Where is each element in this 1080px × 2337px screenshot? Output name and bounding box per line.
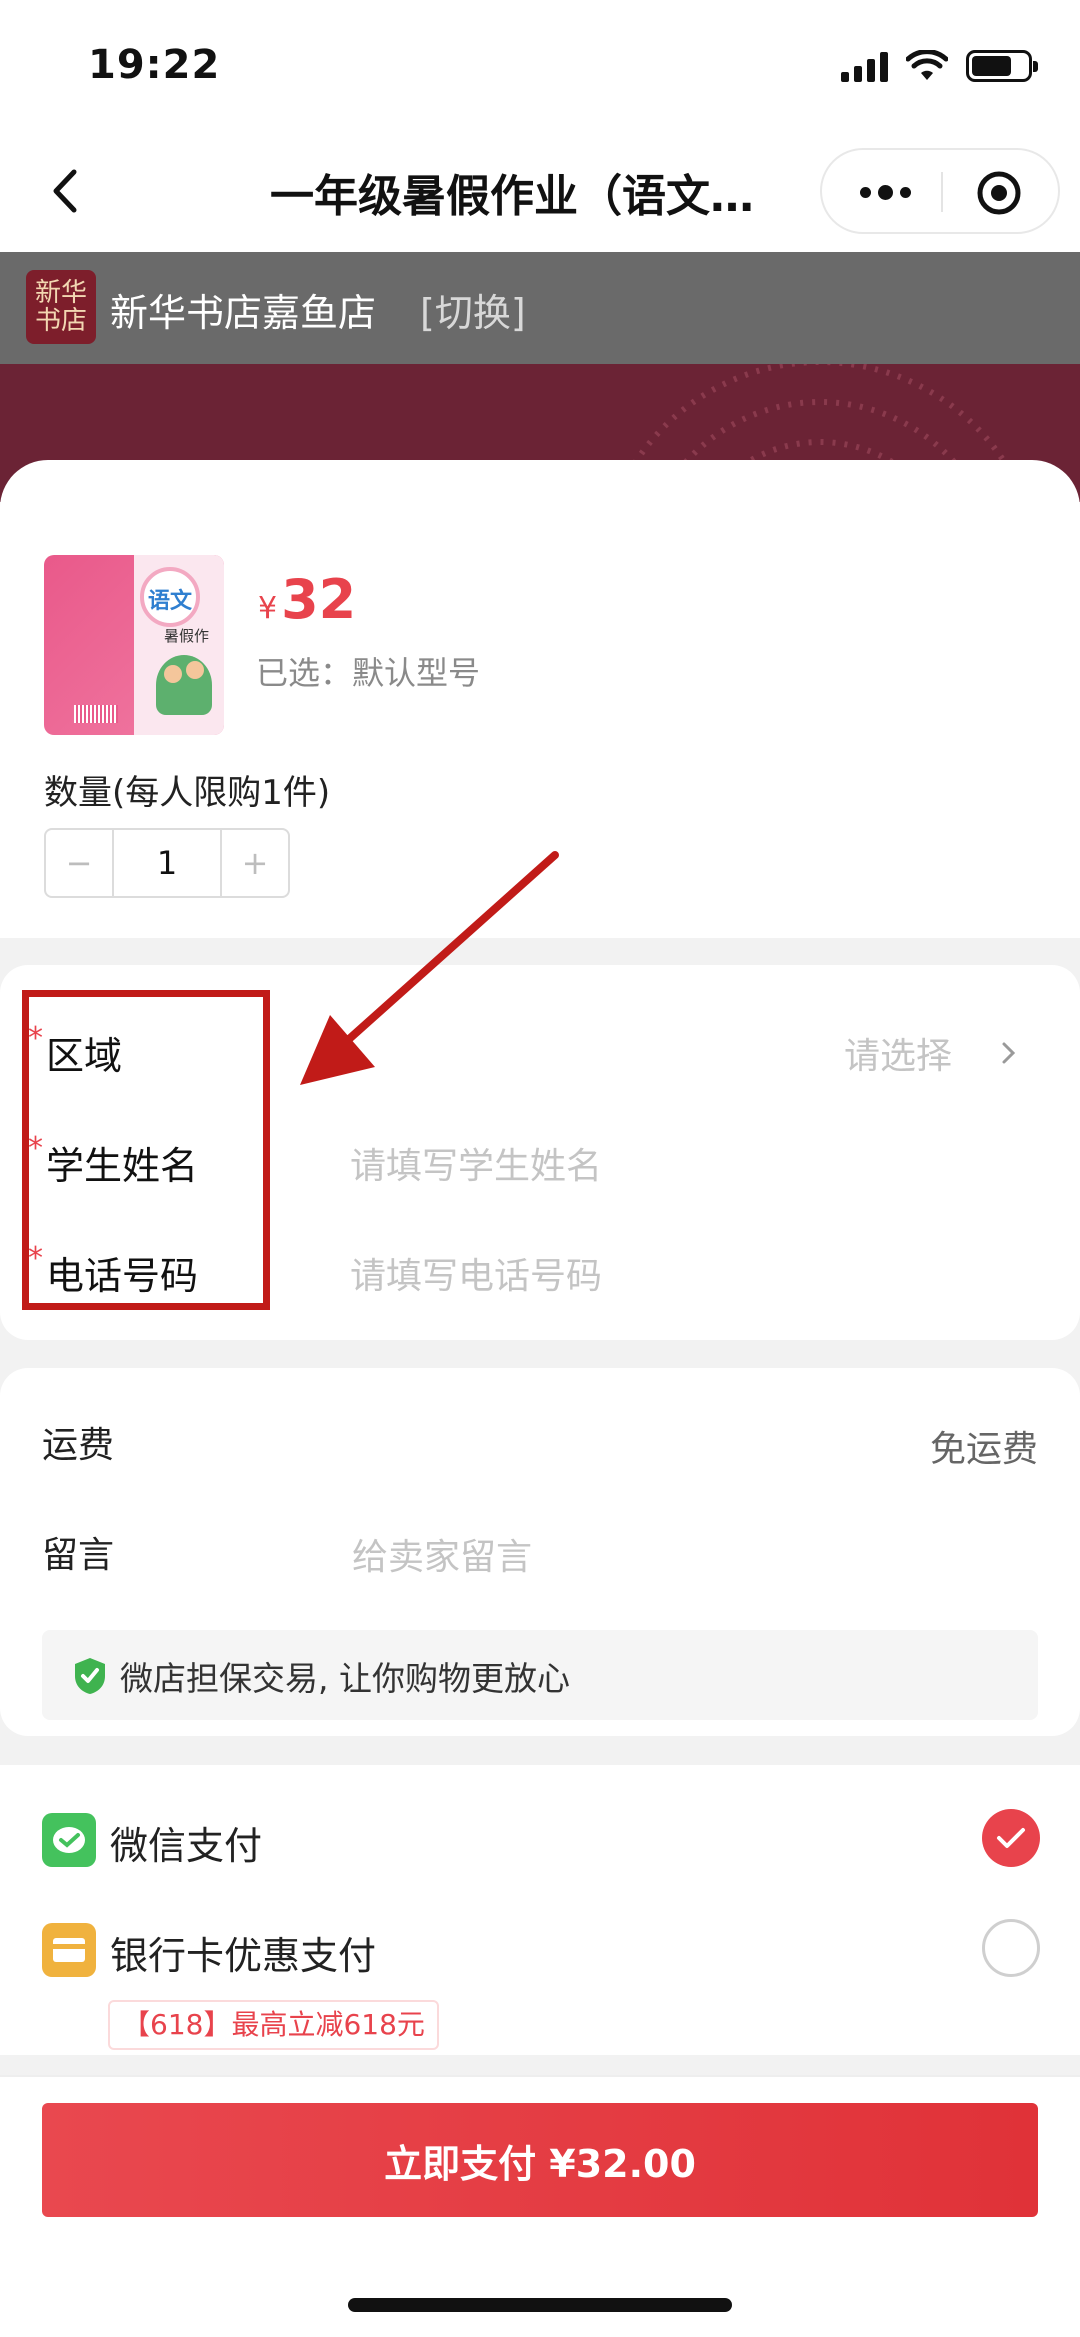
radio-selected-icon[interactable] xyxy=(982,1809,1040,1867)
freight-value: 免运费 xyxy=(929,1429,1038,1470)
quantity-label: 数量(每人限购1件) xyxy=(44,773,331,813)
nav-bar: 一年级暑假作业（语文… xyxy=(0,130,1080,252)
message-label: 留言 xyxy=(42,1535,115,1576)
store-bar: 新华书店 新华书店嘉鱼店 [切换] xyxy=(0,252,1080,364)
cover-subtitle: 暑假作 xyxy=(164,627,210,645)
quantity-value[interactable]: 1 xyxy=(112,830,222,896)
back-arrow-icon[interactable] xyxy=(34,158,100,224)
shield-check-icon xyxy=(75,1658,105,1694)
freight-label: 运费 xyxy=(42,1425,115,1466)
phone-input[interactable]: 请填写电话号码 xyxy=(350,1247,602,1299)
region-placeholder: 请选择 xyxy=(843,1036,952,1077)
chevron-right-icon xyxy=(1002,1042,1016,1064)
guarantee-text: 微店担保交易, 让你购物更放心 xyxy=(120,1659,570,1698)
store-logo: 新华书店 xyxy=(26,270,96,344)
wifi-icon xyxy=(906,50,948,80)
increase-quantity-button[interactable]: + xyxy=(222,830,288,896)
cellular-signal-icon xyxy=(841,50,888,82)
radio-unselected-icon[interactable] xyxy=(982,1919,1040,1977)
selected-spec: 已选：默认型号 xyxy=(256,654,481,692)
payment-option-wechat[interactable]: 微信支付 xyxy=(0,1795,1080,1895)
region-select[interactable]: 请选择 xyxy=(844,1027,1020,1079)
promo-tag: 【618】最高立减618元 xyxy=(108,2000,439,2050)
store-name: 新华书店嘉鱼店 xyxy=(110,291,377,335)
price: ¥32 xyxy=(258,568,356,631)
payment-label: 银行卡优惠支付 xyxy=(110,1934,377,1978)
payment-label: 微信支付 xyxy=(110,1824,263,1868)
store-logo-text: 新华书店 xyxy=(34,278,87,336)
capsule-divider xyxy=(941,172,943,212)
battery-icon xyxy=(966,50,1038,82)
message-input[interactable]: 给卖家留言 xyxy=(352,1528,532,1580)
home-indicator xyxy=(348,2298,732,2312)
more-options-icon[interactable] xyxy=(852,170,918,214)
guarantee-banner: 微店担保交易, 让你购物更放心 xyxy=(42,1630,1038,1720)
order-details-card: 运费 免运费 留言 给卖家留言 微店担保交易, 让你购物更放心 xyxy=(0,1368,1080,1736)
status-time: 19:22 xyxy=(88,42,221,88)
student-name-input[interactable]: 请填写学生姓名 xyxy=(350,1137,602,1189)
status-icons xyxy=(841,50,1038,82)
pay-now-button[interactable]: 立即支付 ¥32.00 xyxy=(42,2103,1038,2217)
wechat-pay-icon xyxy=(42,1813,96,1867)
cover-title: 语文 xyxy=(148,589,193,614)
decrease-quantity-button[interactable]: − xyxy=(46,830,112,896)
product-cover-image: 语文 暑假作 xyxy=(44,555,224,735)
bank-card-icon xyxy=(42,1923,96,1977)
close-mini-program-icon[interactable] xyxy=(976,170,1022,216)
quantity-stepper: − 1 + xyxy=(44,828,290,898)
payment-option-bank-card[interactable]: 银行卡优惠支付 xyxy=(0,1905,1080,2005)
price-value: 32 xyxy=(281,568,357,631)
price-symbol: ¥ xyxy=(258,591,278,626)
status-bar: 19:22 xyxy=(0,0,1080,130)
mini-program-capsule xyxy=(820,148,1060,234)
page-title: 一年级暑假作业（语文… xyxy=(270,171,754,222)
switch-store-link[interactable]: [切换] xyxy=(420,282,526,337)
annotation-highlight-box xyxy=(22,990,270,1310)
annotation-arrow-icon xyxy=(300,851,559,1085)
